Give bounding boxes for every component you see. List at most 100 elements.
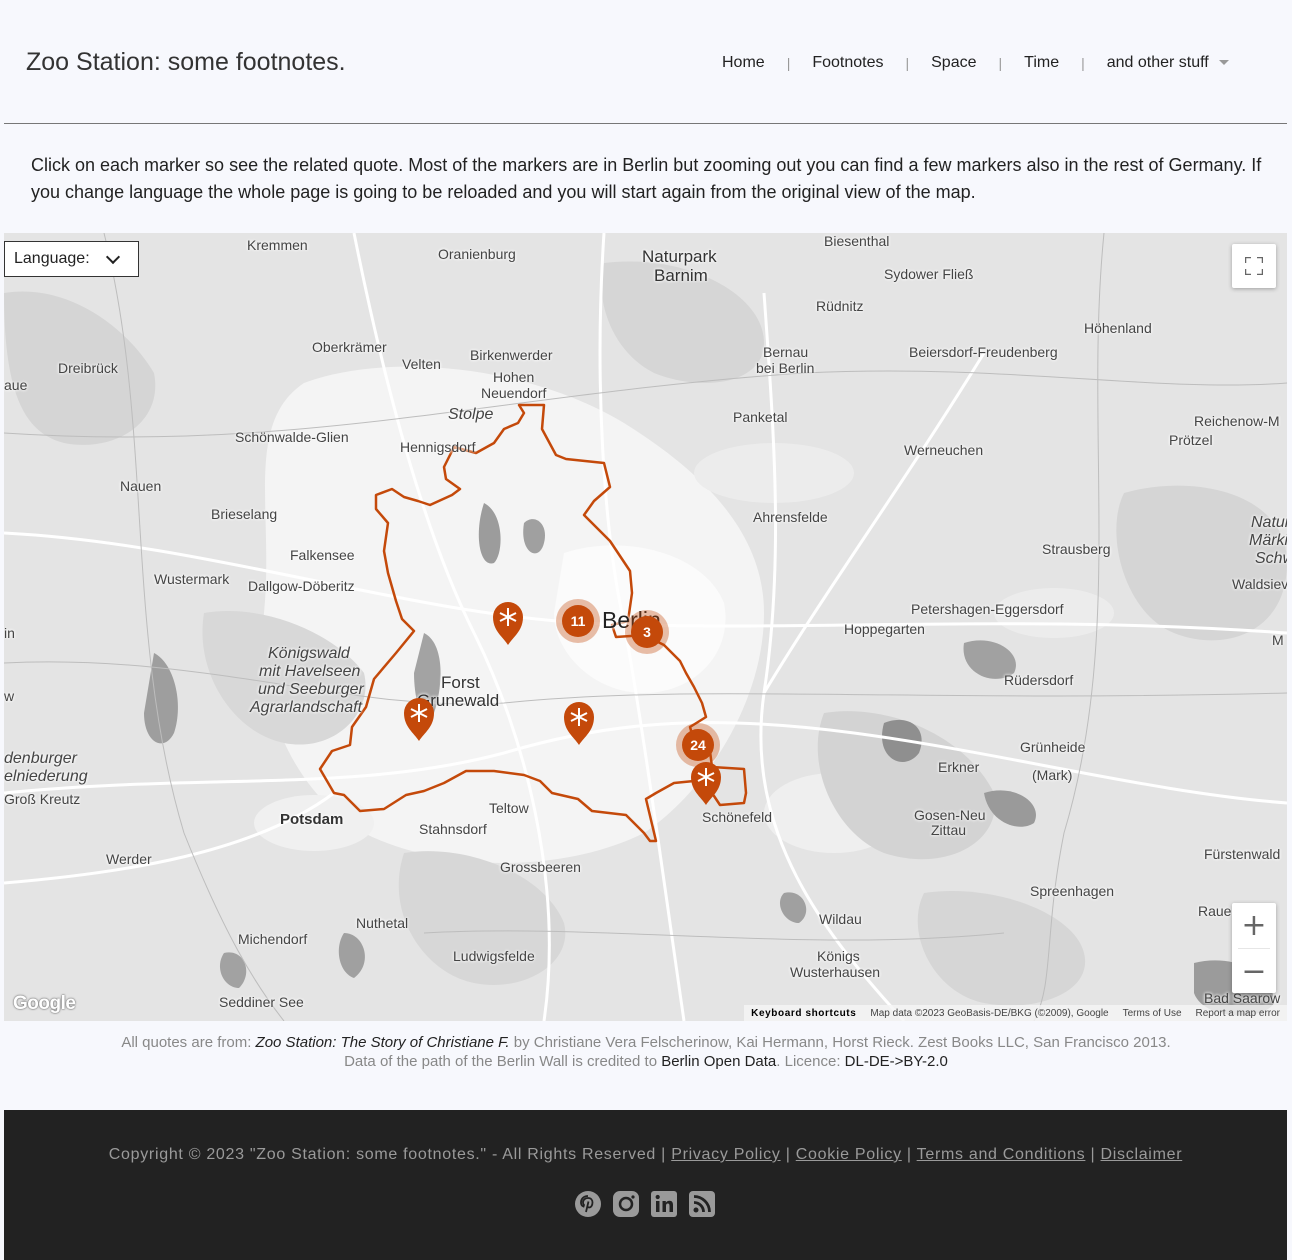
map-label-denburger: denburger xyxy=(4,750,77,767)
map-label-markis: Märkis xyxy=(1249,532,1287,549)
header-divider xyxy=(4,123,1287,124)
map-label-ahrensfelde: Ahrensfelde xyxy=(753,509,828,525)
map-label-seddiner-see: Seddiner See xyxy=(219,994,304,1010)
map-label-nauen: Nauen xyxy=(120,478,162,494)
map-label-dallgow: Dallgow-Döberitz xyxy=(248,578,355,594)
cluster-marker[interactable]: 3 xyxy=(625,610,669,654)
map-label-schonwalde: Schönwalde-Glien xyxy=(235,429,349,445)
map-label-reichenow: Reichenow-M xyxy=(1194,413,1280,429)
map-label-biesenthal: Biesenthal xyxy=(824,233,890,249)
map-label-werder: Werder xyxy=(106,851,152,867)
map-label-wildau: Wildau xyxy=(819,911,862,927)
cluster-count: 11 xyxy=(571,613,586,629)
map-label-konigswald: Königswald xyxy=(268,645,350,662)
map-label-wusterhausen: Wusterhausen xyxy=(790,964,881,980)
map-label-potsdam: Potsdam xyxy=(280,811,344,828)
main-nav: Home | Footnotes | Space | Time | and ot… xyxy=(700,52,1251,74)
cluster-marker[interactable]: 24 xyxy=(676,723,720,767)
map-label-bernau: Bernau xyxy=(763,344,809,360)
berlin-open-data-link[interactable]: Berlin Open Data xyxy=(661,1053,776,1070)
map-label-raue: Raue xyxy=(1198,903,1232,919)
instagram-icon[interactable] xyxy=(612,1190,640,1218)
map-label-neuendorf: Neuendorf xyxy=(481,385,547,401)
map-attribution: Keyboard shortcuts Map data ©2023 GeoBas… xyxy=(744,1005,1287,1021)
map-label-hennigsdorf: Hennigsdorf xyxy=(400,439,476,455)
map-label-naturpark: Naturpark xyxy=(642,247,717,266)
report-map-error-link[interactable]: Report a map error xyxy=(1189,1008,1287,1019)
chevron-down-icon xyxy=(105,249,121,265)
map-label-falkensee: Falkensee xyxy=(290,547,355,563)
map-label-brieselang: Brieselang xyxy=(211,506,278,522)
cluster-marker[interactable]: 11 xyxy=(556,599,600,643)
social-links xyxy=(574,1190,716,1218)
pinterest-icon[interactable] xyxy=(574,1190,602,1218)
terms-of-use-link[interactable]: Terms of Use xyxy=(1116,1008,1189,1019)
terms-conditions-link[interactable]: Terms and Conditions xyxy=(917,1146,1086,1163)
fullscreen-button[interactable] xyxy=(1232,244,1276,288)
map-label-oberkramer: Oberkrämer xyxy=(312,339,387,355)
nav-time[interactable]: Time xyxy=(1002,54,1081,72)
rss-icon[interactable] xyxy=(688,1190,716,1218)
disclaimer-link[interactable]: Disclaimer xyxy=(1101,1146,1183,1163)
nav-space[interactable]: Space xyxy=(909,54,998,72)
map-label-hohen: Hohen xyxy=(493,369,535,385)
zoom-out-button[interactable]: − xyxy=(1232,949,1276,994)
map-label-oranienburg: Oranienburg xyxy=(438,246,516,262)
map-label-grosskreutz: Groß Kreutz xyxy=(4,791,81,807)
fullscreen-icon xyxy=(1245,257,1263,275)
caret-down-icon xyxy=(1218,60,1229,66)
map-label-stahnsdorf: Stahnsdorf xyxy=(419,821,487,837)
licence-prefix: . Licence: xyxy=(776,1053,845,1070)
book-title: Zoo Station: The Story of Christiane F. xyxy=(255,1034,510,1051)
linkedin-icon[interactable] xyxy=(650,1190,678,1218)
map-label-panketal: Panketal xyxy=(733,409,788,425)
map-label-in: in xyxy=(4,625,15,641)
map-label-erkner: Erkner xyxy=(938,759,980,775)
map-label-bei-berlin: bei Berlin xyxy=(756,360,815,376)
quotes-source-prefix: All quotes are from: xyxy=(121,1034,256,1051)
map-label-naturp: Naturp xyxy=(1251,514,1287,531)
map-label-michendorf: Michendorf xyxy=(238,931,308,947)
map-data-text: Map data ©2023 GeoBasis-DE/BKG (©2009), … xyxy=(870,1007,1109,1019)
nav-home[interactable]: Home xyxy=(700,54,787,72)
map-label-velten: Velten xyxy=(402,356,441,372)
map-label-stolpe: Stolpe xyxy=(448,406,494,423)
map-label-dreibruck: Dreibrück xyxy=(58,360,118,376)
map-label-schwe: Schwe xyxy=(1255,550,1287,567)
map-label-kremmen: Kremmen xyxy=(247,237,308,253)
map-label-w: w xyxy=(4,688,15,704)
map-label-gosen-neu: Gosen-Neu xyxy=(914,807,986,823)
cluster-count: 24 xyxy=(690,737,706,753)
map-label-forst: Forst xyxy=(441,673,480,692)
map-label-petershagen: Petershagen-Eggersdorf xyxy=(911,601,1064,617)
map-label-waldsievers: Waldsievers xyxy=(1232,576,1287,592)
map-label-hohenland: Höhenland xyxy=(1084,320,1152,336)
map-label-spreenhagen: Spreenhagen xyxy=(1030,883,1115,899)
privacy-policy-link[interactable]: Privacy Policy xyxy=(671,1146,780,1163)
language-select[interactable]: Language: xyxy=(4,241,139,277)
map-label-protzel: Prötzel xyxy=(1169,432,1213,448)
map-label-havelseen: mit Havelseen xyxy=(259,663,361,680)
keyboard-shortcuts-link[interactable]: Keyboard shortcuts xyxy=(744,1008,863,1019)
zoom-control: + − xyxy=(1232,903,1276,993)
copyright-text: Copyright © 2023 "Zoo Station: some foot… xyxy=(108,1146,667,1163)
cookie-policy-link[interactable]: Cookie Policy xyxy=(796,1146,902,1163)
map-label-m: M xyxy=(1272,632,1284,648)
language-label: Language: xyxy=(14,250,90,267)
map-label-strausberg: Strausberg xyxy=(1042,541,1111,557)
map-label-birkenwerder: Birkenwerder xyxy=(470,347,553,363)
map-label-werneuchen: Werneuchen xyxy=(904,442,984,458)
map-label-rudnitz: Rüdnitz xyxy=(816,298,864,314)
map-label-rudersdorf: Rüdersdorf xyxy=(1004,672,1074,688)
nav-footnotes[interactable]: Footnotes xyxy=(790,54,905,72)
map[interactable]: Kremmen Oranienburg Naturpark Barnim Bie… xyxy=(4,233,1287,1021)
map-label-barnim: Barnim xyxy=(654,266,708,285)
map-label-aue: aue xyxy=(4,377,28,393)
licence-link[interactable]: DL-DE->BY-2.0 xyxy=(845,1053,948,1070)
map-label-grunheide: Grünheide xyxy=(1020,739,1086,755)
map-label-seeburger: und Seeburger xyxy=(258,681,364,698)
google-logo[interactable]: Google xyxy=(13,993,76,1015)
nav-other-stuff[interactable]: and other stuff xyxy=(1085,54,1251,72)
zoom-in-button[interactable]: + xyxy=(1232,903,1276,948)
site-title[interactable]: Zoo Station: some footnotes. xyxy=(26,48,346,77)
